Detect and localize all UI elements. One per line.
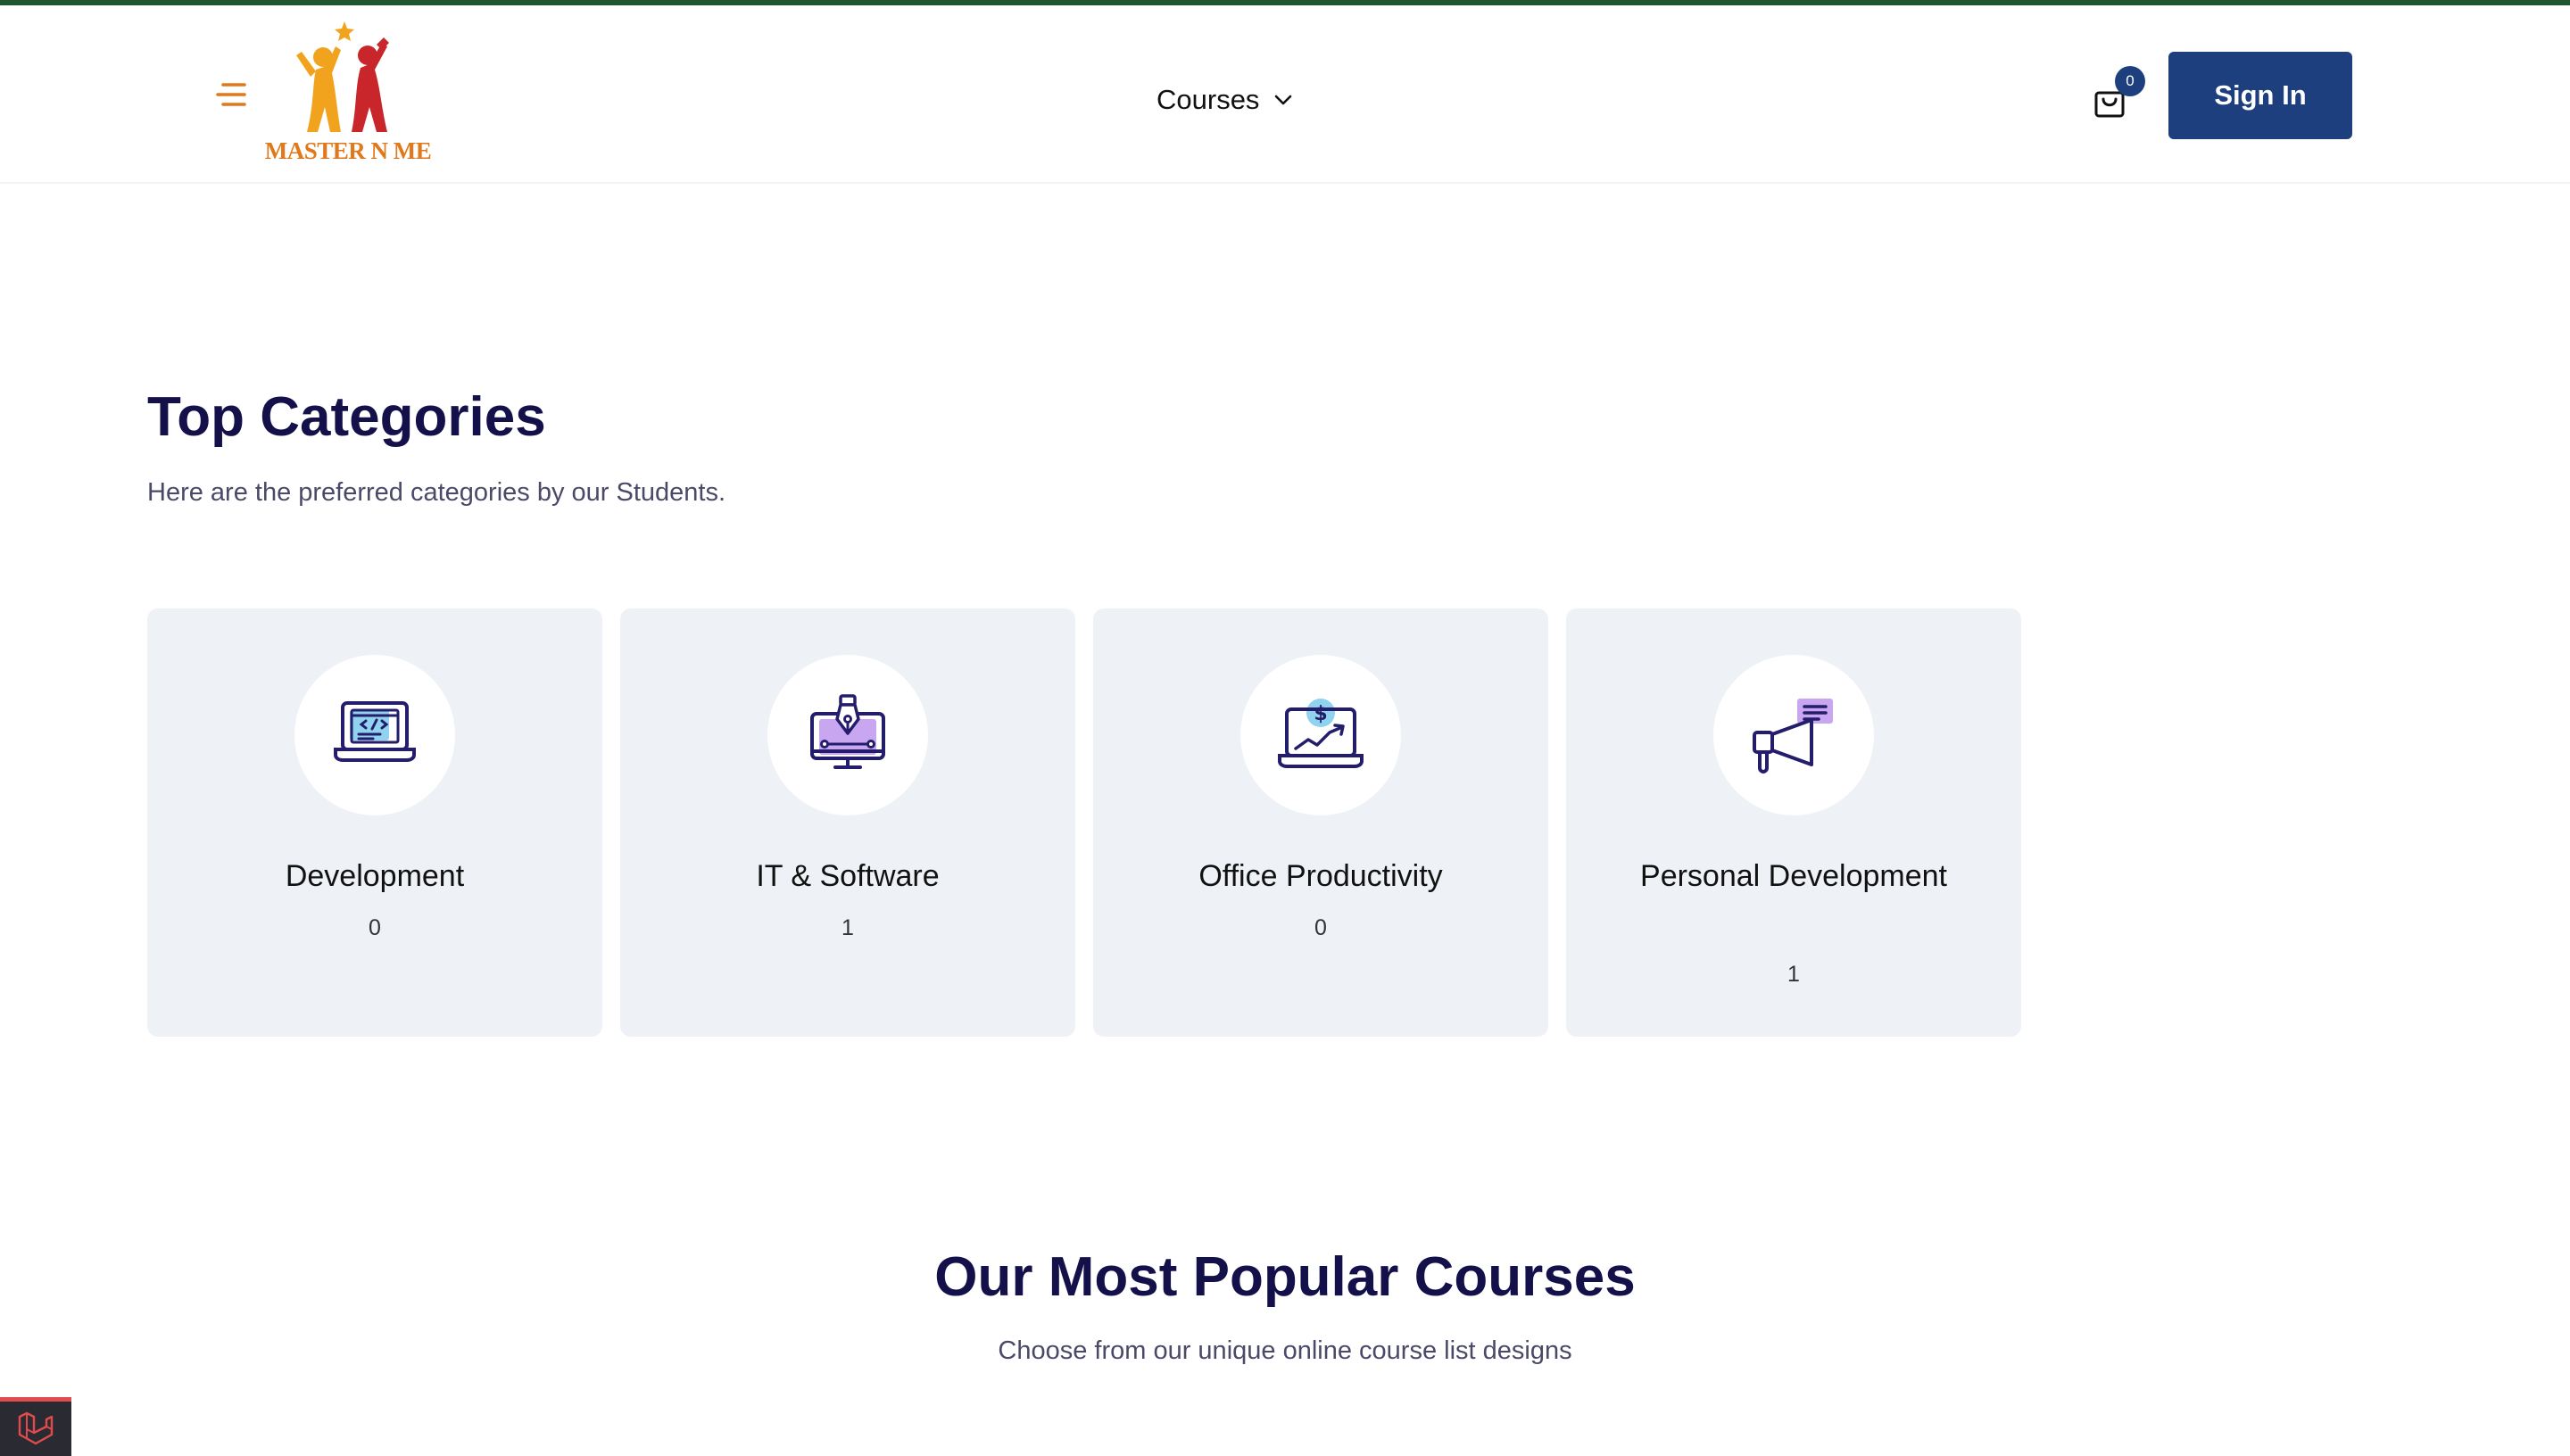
site-header: MASTER N ME Courses 0 Sign In xyxy=(0,5,2570,184)
category-name: Development xyxy=(285,859,465,893)
category-card-office-productivity[interactable]: $ Office Productivity 0 xyxy=(1093,608,1548,1037)
category-course-count: 1 xyxy=(1787,962,1800,987)
laravel-logo-icon xyxy=(18,1411,54,1444)
category-name: Office Productivity xyxy=(1198,859,1443,893)
popular-courses-subtitle: Choose from our unique online course lis… xyxy=(998,1336,1572,1365)
menu-hamburger-icon[interactable] xyxy=(214,79,250,111)
category-icon-circle xyxy=(767,655,928,815)
logo-figures-icon xyxy=(296,21,389,132)
chevron-down-icon xyxy=(1275,95,1292,105)
cart-count-badge: 0 xyxy=(2115,66,2145,96)
logo-text: MASTER N ME xyxy=(264,137,432,164)
category-name: Personal Development xyxy=(1640,859,1947,893)
category-course-count: 0 xyxy=(1314,915,1327,940)
category-card-development[interactable]: Development 0 xyxy=(147,608,602,1037)
site-logo[interactable]: MASTER N ME xyxy=(259,14,437,168)
debug-toolbar-toggle[interactable] xyxy=(0,1397,71,1456)
megaphone-icon xyxy=(1753,699,1833,774)
category-icon-circle xyxy=(294,655,455,815)
popular-courses-title: Our Most Popular Courses xyxy=(934,1246,1636,1308)
svg-text:$: $ xyxy=(1314,703,1327,725)
pen-tool-monitor-icon xyxy=(810,694,885,769)
category-icon-circle xyxy=(1713,655,1874,815)
category-course-count: 1 xyxy=(841,915,854,940)
top-categories-title: Top Categories xyxy=(147,386,546,448)
category-card-personal-development[interactable]: Personal Development 1 xyxy=(1566,608,2021,1037)
cart-button[interactable]: 0 xyxy=(2088,66,2145,125)
nav-courses-dropdown[interactable]: Courses xyxy=(1156,75,1293,125)
nav-courses-label: Courses xyxy=(1156,84,1260,115)
category-icon-circle: $ xyxy=(1240,655,1401,815)
top-categories-subtitle: Here are the preferred categories by our… xyxy=(147,478,726,507)
laptop-code-icon xyxy=(334,701,416,762)
sign-in-button[interactable]: Sign In xyxy=(2168,52,2352,139)
category-course-count: 0 xyxy=(369,915,381,940)
category-name: IT & Software xyxy=(756,859,940,893)
laptop-dollar-chart-icon: $ xyxy=(1278,699,1364,768)
category-card-it-software[interactable]: IT & Software 1 xyxy=(620,608,1075,1037)
